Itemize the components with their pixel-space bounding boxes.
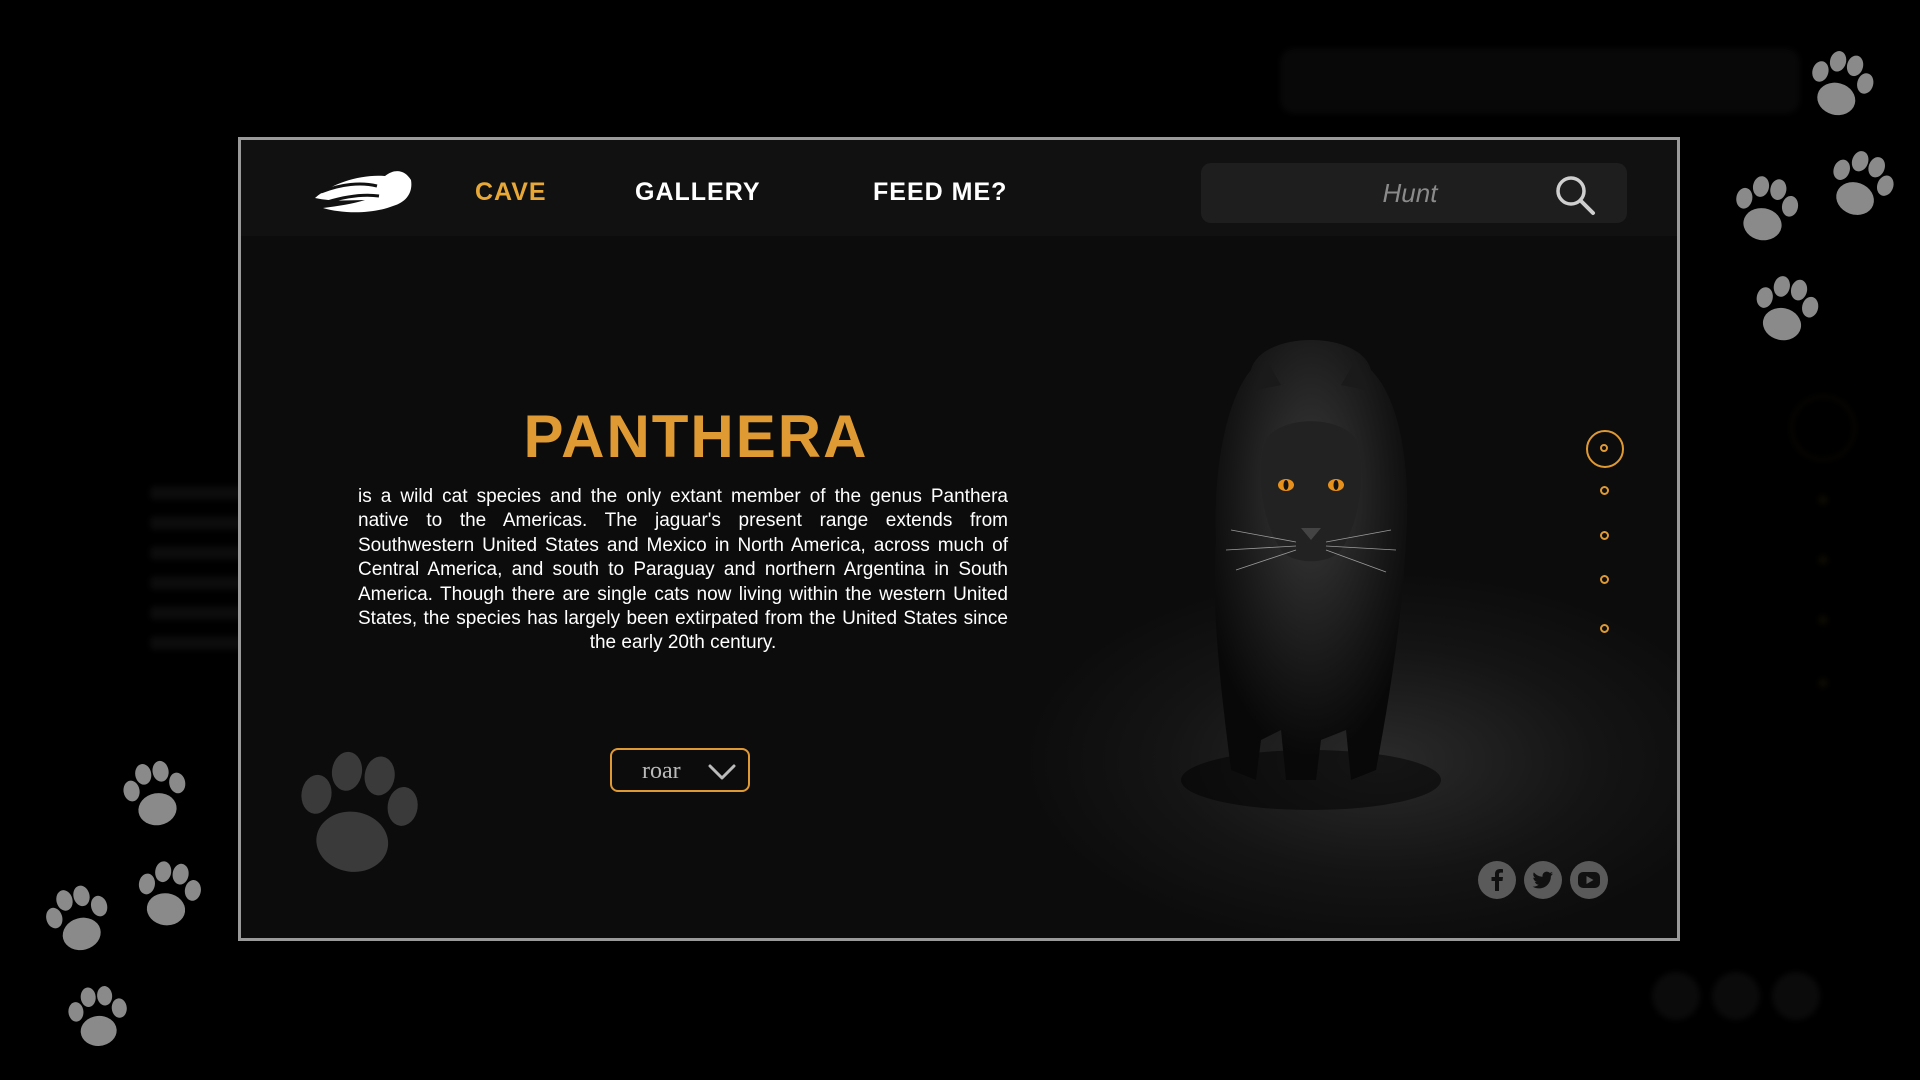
roar-dropdown-button[interactable]: roar [610, 748, 750, 792]
chevron-down-icon [708, 764, 736, 780]
bg-search-bar [1280, 48, 1800, 114]
nav-gallery[interactable]: GALLERY [635, 178, 761, 207]
bg-slide-dot [1818, 555, 1828, 565]
paw-print-icon [271, 730, 440, 899]
slide-indicator-dot[interactable] [1600, 486, 1609, 495]
bg-slide-dot [1818, 615, 1828, 625]
search-icon[interactable] [1553, 173, 1597, 217]
paw-print-icon [1719, 164, 1812, 257]
roar-label: roar [642, 758, 681, 784]
slide-indicator-active[interactable] [1586, 430, 1624, 468]
search-input[interactable] [1201, 163, 1561, 223]
twitter-icon[interactable] [1524, 861, 1562, 899]
slide-indicator-dot[interactable] [1600, 575, 1609, 584]
black-panther-image [1171, 310, 1451, 830]
top-navigation-bar: CAVE GALLERY FEED ME? [241, 140, 1677, 236]
nav-feed-me[interactable]: FEED ME? [873, 178, 1007, 207]
bg-slide-ring [1790, 395, 1856, 461]
search-bar [1201, 163, 1627, 223]
slide-indicator-dot[interactable] [1600, 624, 1609, 633]
slide-indicator-dot[interactable] [1600, 531, 1609, 540]
panther-logo-icon[interactable] [313, 162, 413, 218]
page-title: PANTHERA [523, 403, 869, 470]
paw-print-icon [1738, 263, 1833, 358]
description-text: is a wild cat species and the only extan… [358, 486, 1008, 654]
bg-slide-dot [1818, 495, 1828, 505]
bg-slide-dot [1818, 678, 1828, 688]
paw-print-icon [123, 850, 213, 940]
bg-social-icon [1712, 972, 1760, 1020]
nav-cave[interactable]: CAVE [475, 178, 547, 207]
facebook-icon[interactable] [1478, 861, 1516, 899]
paw-print-icon [57, 977, 138, 1058]
bg-social-icon [1772, 972, 1820, 1020]
bg-social-icon [1652, 972, 1700, 1020]
paw-print-icon [109, 749, 202, 842]
youtube-icon[interactable] [1570, 861, 1608, 899]
main-card: CAVE GALLERY FEED ME? PANTHERA is a wild… [238, 137, 1680, 941]
